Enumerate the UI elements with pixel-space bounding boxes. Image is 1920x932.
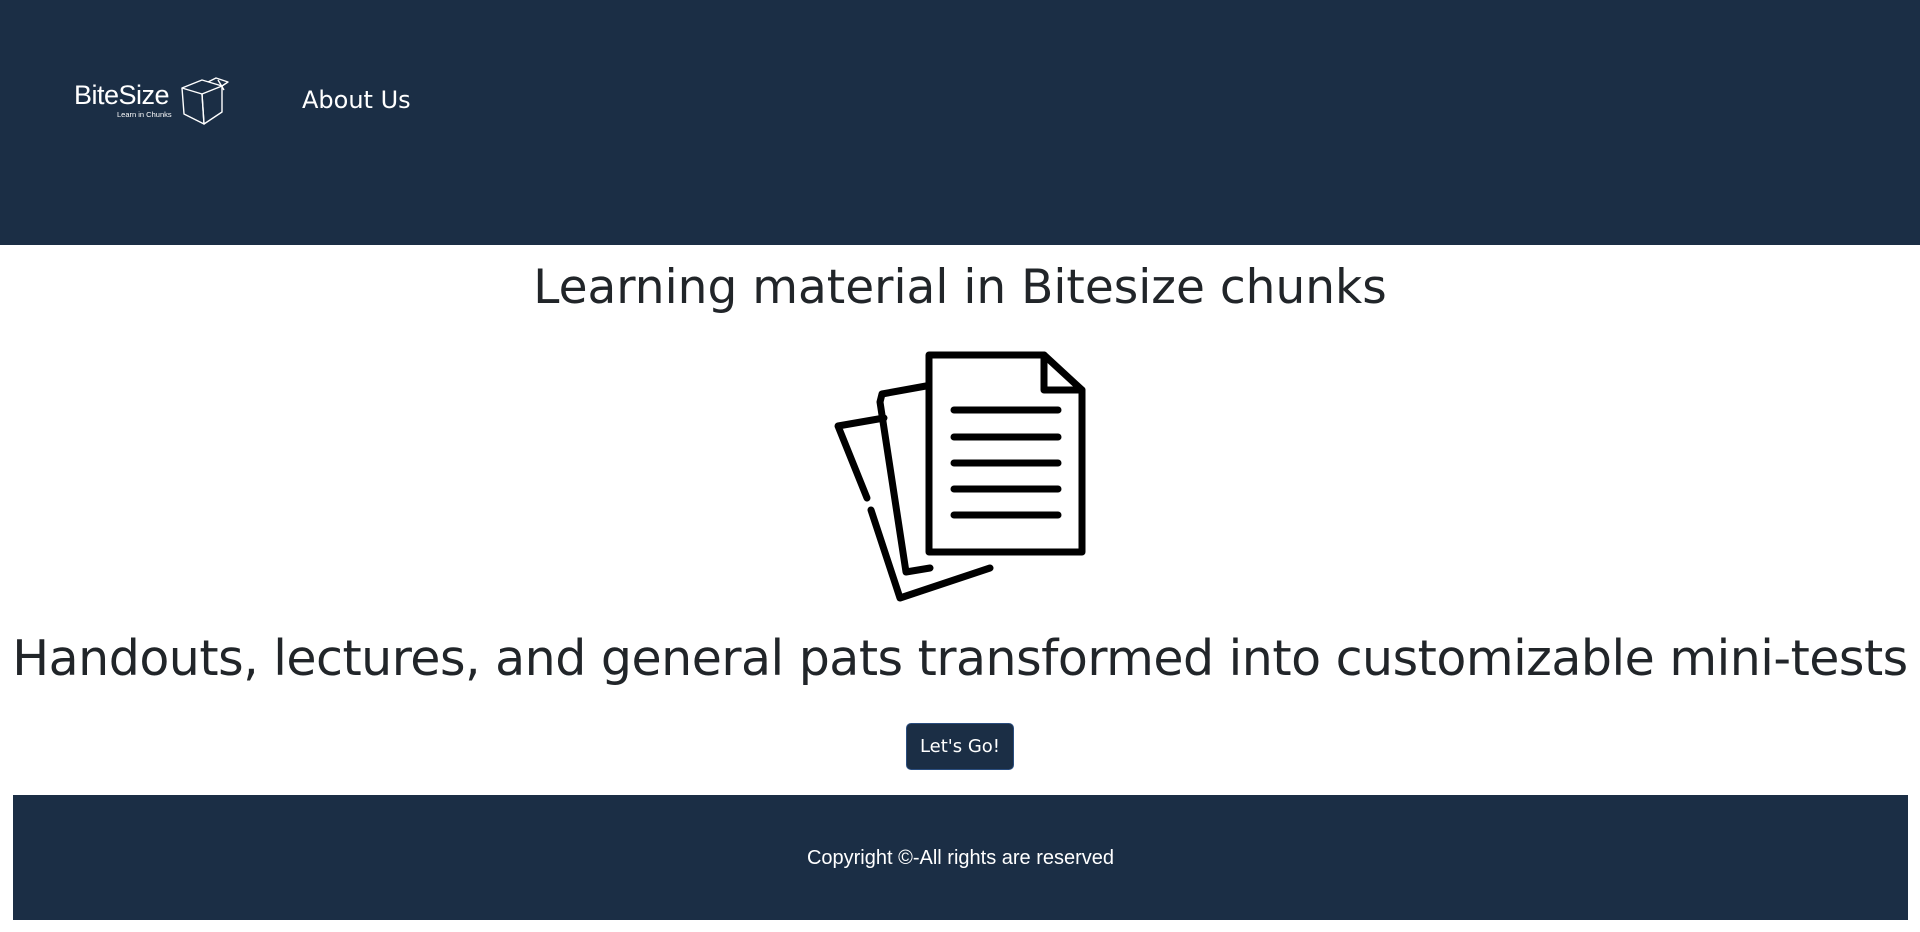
lets-go-button[interactable]: Let's Go!	[906, 723, 1014, 770]
brand-name: BiteSize	[74, 80, 170, 110]
hero-subtitle: Handouts, lectures, and general pats tra…	[12, 630, 1908, 687]
site-footer: Copyright ©-All rights are reserved	[13, 795, 1908, 920]
documents-icon	[834, 351, 1086, 602]
brand-logo[interactable]: BiteSize Learn in Chunks	[74, 76, 234, 130]
box-icon	[181, 77, 229, 125]
copyright-text: Copyright ©-All rights are reserved	[806, 847, 1115, 869]
site-header: BiteSize Learn in Chunks About Us	[0, 0, 1920, 245]
hero-title: Learning material in Bitesize chunks	[533, 260, 1387, 315]
brand-tagline: Learn in Chunks	[117, 110, 172, 119]
nav-about-us[interactable]: About Us	[302, 86, 411, 114]
